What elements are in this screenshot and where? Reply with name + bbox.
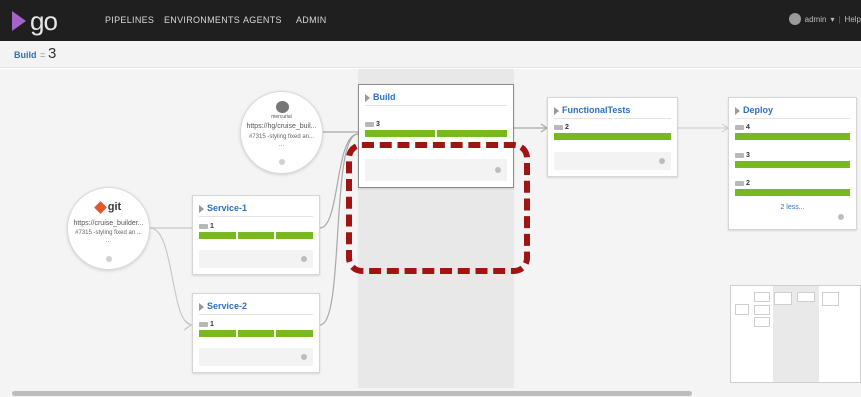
minimap-node [754,292,770,302]
breadcrumb: Build = 3 [0,41,861,68]
pipeline-name[interactable]: Deploy [743,105,773,115]
pipeline-instance: 3 [735,152,850,172]
instance-label[interactable]: 1 [210,223,214,230]
pipeline-card-deploy: Deploy 4 3 2 2 less... [728,97,857,230]
pipeline-instance: 2 [554,124,671,144]
minimap-node [822,292,839,306]
material-url: https://cruise_builder... [73,220,144,227]
top-navigation-bar: go PIPELINES ENVIRONMENTS AGENTS ADMIN a… [0,0,861,41]
mercurial-logo-icon [276,101,289,113]
instance-label[interactable]: 1 [210,321,214,328]
scrollbar-thumb[interactable] [12,391,692,396]
pipeline-expand-icon[interactable] [554,107,559,115]
card-footer [735,211,850,225]
instance-tag-icon [735,181,744,186]
pipeline-expand-icon[interactable] [735,107,740,115]
stage-bar[interactable] [437,130,507,137]
mercurial-logo-text: mercurial [271,114,292,120]
git-logo-text: git [107,201,122,213]
go-logo[interactable]: go [12,6,58,36]
card-footer [199,348,313,366]
nav-admin[interactable]: ADMIN [296,15,327,25]
pin-icon [278,159,285,165]
go-logo-chevron-icon [12,11,26,31]
stage-bar[interactable] [199,232,236,239]
user-name: admin [804,14,827,24]
pin-icon [838,214,844,220]
stage-bar[interactable] [276,232,314,239]
user-menu[interactable]: admin ▾ | Help [788,13,861,25]
instance-label[interactable]: 2 [746,180,750,187]
show-less-link[interactable]: 2 less... [729,204,856,211]
go-logo-text: go [30,6,58,36]
git-logo-icon [93,200,107,214]
stage-bar[interactable] [735,189,850,196]
nav-environments[interactable]: ENVIRONMENTS [164,15,240,25]
instance-tag-icon [554,125,563,130]
header-separator: | [838,14,841,24]
pipeline-instance: 2 [735,180,850,200]
pipeline-name[interactable]: Service-2 [207,301,247,311]
pipeline-expand-icon[interactable] [365,94,370,102]
instance-label[interactable]: 3 [376,121,380,128]
pipeline-instance: 1 [199,321,314,341]
breadcrumb-pipeline-name[interactable]: Build [14,50,37,60]
stage-bar[interactable] [365,130,435,137]
breadcrumb-separator: = [40,50,46,60]
pipeline-card-service-1: Service-1 1 [192,195,320,275]
minimap-node [797,292,815,302]
material-git[interactable]: git https://cruise_builder... #7315 -sty… [67,187,150,270]
instance-label[interactable]: 3 [746,152,750,159]
material-more: ... [105,237,112,244]
pipeline-expand-icon[interactable] [199,303,204,311]
pipeline-name[interactable]: Build [373,92,396,102]
material-url: https://hg/cruise_buil... [246,123,317,130]
instance-tag-icon [199,322,208,327]
pin-icon [301,354,307,360]
material-more: ... [278,141,285,148]
pipeline-name[interactable]: Service-1 [207,203,247,213]
instance-tag-icon [199,224,208,229]
breadcrumb-pipeline-counter: 3 [48,45,57,62]
horizontal-scrollbar[interactable] [0,388,861,397]
pipeline-card-service-2: Service-2 1 [192,293,320,373]
stage-bar[interactable] [554,133,671,140]
minimap-node [754,317,770,327]
minimap-node [774,292,792,305]
instance-tag-icon [735,153,744,158]
instance-tag-icon [735,125,744,130]
current-pipeline-highlight [346,142,530,274]
pipeline-card-functionaltests: FunctionalTests 2 [547,97,678,177]
minimap-node [754,305,770,315]
pin-icon [301,256,307,262]
pipeline-instance: 3 [365,121,507,141]
stage-bar[interactable] [276,330,314,337]
material-commit-message: #7315 -styling fixed an... [248,134,315,140]
instance-label[interactable]: 2 [565,124,569,131]
pin-icon [105,256,112,262]
pipeline-instance: 1 [199,223,314,243]
user-avatar-icon [788,13,801,25]
pipeline-name[interactable]: FunctionalTests [562,105,630,115]
instance-label[interactable]: 4 [746,124,750,131]
material-commit-message: #7315 -styling fixed an ... [75,230,142,236]
instance-tag-icon [365,122,374,127]
pipeline-instance: 4 [735,124,850,144]
user-caret-icon: ▾ [830,14,835,24]
pipeline-expand-icon[interactable] [199,205,204,213]
pin-icon [659,158,665,164]
card-footer [199,250,313,268]
minimap[interactable] [730,285,861,383]
stage-bar[interactable] [735,133,850,140]
nav-agents[interactable]: AGENTS [243,15,282,25]
stage-bar[interactable] [237,330,275,337]
minimap-node [735,304,749,315]
stage-bar[interactable] [237,232,275,239]
stage-bar[interactable] [199,330,236,337]
card-footer [554,152,671,170]
stage-bar[interactable] [735,161,850,168]
help-link[interactable]: Help [845,15,861,24]
material-mercurial[interactable]: mercurial https://hg/cruise_buil... #731… [240,91,323,174]
nav-pipelines[interactable]: PIPELINES [105,15,154,25]
